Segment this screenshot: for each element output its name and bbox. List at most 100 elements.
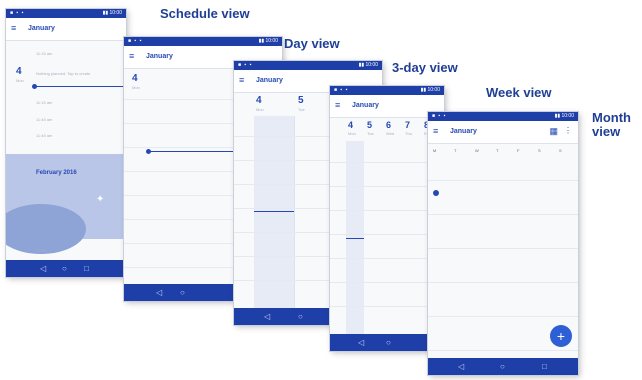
weekday-header: M xyxy=(433,148,437,153)
schedule-phone: ■ ▪ ▪ ▮▮ 10:00 ≡ January 11:15 am 4 Mon … xyxy=(6,9,126,277)
month-selector[interactable]: January xyxy=(352,102,379,110)
weekday-header: W xyxy=(475,148,479,153)
hour-line xyxy=(330,258,444,259)
week-row-line xyxy=(428,350,578,351)
weekday-header: T xyxy=(496,148,499,153)
week-row-line xyxy=(428,316,578,317)
more-options-icon[interactable]: ⋮ xyxy=(564,127,572,135)
recent-icon[interactable]: □ xyxy=(84,264,89,273)
week-row-line xyxy=(428,282,578,283)
status-bar: ■ ▪ ▪ ▮▮ 10:00 xyxy=(124,37,282,46)
week-row-line xyxy=(428,214,578,215)
menu-icon[interactable]: ≡ xyxy=(433,127,438,136)
current-time-dot xyxy=(146,149,151,154)
status-time: ▮▮ 10:00 xyxy=(420,87,440,93)
schedule-day-number: 4 xyxy=(16,66,22,77)
day-1-name: Mon xyxy=(256,107,264,112)
month-selector[interactable]: January xyxy=(450,128,477,136)
add-event-button[interactable]: + xyxy=(550,325,572,347)
three-day-view-label: 3-day view xyxy=(392,60,458,75)
month-view-label-line1: Month xyxy=(592,110,631,125)
status-bar: ■ ▪ ▪ ▮▮ 10:00 xyxy=(6,9,126,18)
current-time-line xyxy=(34,86,126,87)
back-icon[interactable]: ◁ xyxy=(264,312,270,321)
schedule-empty-text[interactable]: Nothing planned. Tap to create xyxy=(36,71,90,76)
today-marker[interactable] xyxy=(433,190,439,196)
week-day-name: Wed xyxy=(386,131,395,136)
current-time-dot xyxy=(32,84,37,89)
hour-line xyxy=(330,162,444,163)
month-selector[interactable]: January xyxy=(146,53,173,61)
status-time: ▮▮ 10:00 xyxy=(258,38,278,44)
nav-bar: ◁ ○ □ xyxy=(6,260,126,277)
day-name: Mon xyxy=(132,85,140,90)
schedule-event-4[interactable]: 11:45 am xyxy=(36,133,52,138)
week-phone: ■ ▪ ▪ ▮▮ 10:00 ≡ January 4 Mon 5 Tue 6 W… xyxy=(330,86,444,351)
recent-icon[interactable]: □ xyxy=(542,362,547,371)
back-icon[interactable]: ◁ xyxy=(40,264,46,273)
week-day-name: Mon xyxy=(348,131,356,136)
calendar-icon[interactable]: ▦ xyxy=(549,126,558,136)
status-icons: ■ ▪ ▪ xyxy=(334,87,349,93)
week-view-label: Week view xyxy=(486,85,552,100)
week-row-line xyxy=(428,248,578,249)
home-icon[interactable]: ○ xyxy=(180,288,185,297)
schedule-event-3[interactable]: 11:45 am xyxy=(36,117,52,122)
hour-line xyxy=(330,186,444,187)
week-row-line xyxy=(428,180,578,181)
status-bar: ■ ▪ ▪ ▮▮ 10:00 xyxy=(234,61,382,70)
schedule-view-label: Schedule view xyxy=(160,6,250,21)
nav-bar: ◁ ○ xyxy=(330,334,444,351)
month-banner: February 2016 ✦ xyxy=(6,154,126,254)
menu-icon[interactable]: ≡ xyxy=(129,52,134,61)
week-day-number: 7 xyxy=(405,120,411,130)
current-time-line xyxy=(254,211,294,212)
banner-title: February 2016 xyxy=(36,170,77,176)
back-icon[interactable]: ◁ xyxy=(458,362,464,371)
status-icons: ■ ▪ ▪ xyxy=(128,38,143,44)
week-day-name: Thu xyxy=(405,131,412,136)
month-phone: ■ ▪ ▪ ▮▮ 10:00 ≡ January ▦ ⋮ M T W T F S… xyxy=(428,112,578,375)
app-bar: ≡ January ▦ ⋮ xyxy=(428,121,578,144)
hour-line xyxy=(330,210,444,211)
month-selector[interactable]: January xyxy=(256,77,283,85)
current-time-line xyxy=(346,238,364,239)
menu-icon[interactable]: ≡ xyxy=(335,101,340,110)
weekday-header: S xyxy=(559,148,562,153)
day-view-label: Day view xyxy=(284,36,340,51)
weekday-header: F xyxy=(517,148,520,153)
status-bar: ■ ▪ ▪ ▮▮ 10:00 xyxy=(330,86,444,95)
status-time: ▮▮ 10:00 xyxy=(358,62,378,68)
home-icon[interactable]: ○ xyxy=(386,338,391,347)
hour-line xyxy=(330,234,444,235)
weekday-header: S xyxy=(538,148,541,153)
hour-line xyxy=(330,282,444,283)
status-icons: ■ ▪ ▪ xyxy=(432,113,447,119)
home-icon[interactable]: ○ xyxy=(500,362,505,371)
week-day-number: 5 xyxy=(367,120,373,130)
schedule-event-2[interactable]: 11:15 am xyxy=(36,100,52,105)
week-day-name: Tue xyxy=(367,131,374,136)
month-selector[interactable]: January xyxy=(28,25,55,33)
home-icon[interactable]: ○ xyxy=(62,264,67,273)
nav-bar: ◁ ○ □ xyxy=(428,358,578,375)
status-time: ▮▮ 10:00 xyxy=(102,10,122,16)
schedule-day-name: Mon xyxy=(16,78,24,83)
schedule-next[interactable]: 1 Feb xyxy=(36,248,46,253)
hour-line xyxy=(330,306,444,307)
status-icons: ■ ▪ ▪ xyxy=(10,10,25,16)
banner-figure: ✦ xyxy=(96,194,105,205)
status-bar: ■ ▪ ▪ ▮▮ 10:00 xyxy=(428,112,578,121)
month-view-label-line2: view xyxy=(592,124,621,139)
back-icon[interactable]: ◁ xyxy=(156,288,162,297)
status-icons: ■ ▪ ▪ xyxy=(238,62,253,68)
day-number: 4 xyxy=(132,73,138,84)
menu-icon[interactable]: ≡ xyxy=(11,24,16,33)
banner-hill xyxy=(6,204,86,254)
day-2-number: 5 xyxy=(298,95,304,106)
schedule-event-1[interactable]: 11:15 am xyxy=(36,51,52,56)
back-icon[interactable]: ◁ xyxy=(358,338,364,347)
home-icon[interactable]: ○ xyxy=(298,312,303,321)
menu-icon[interactable]: ≡ xyxy=(239,76,244,85)
week-day-number: 4 xyxy=(348,120,354,130)
